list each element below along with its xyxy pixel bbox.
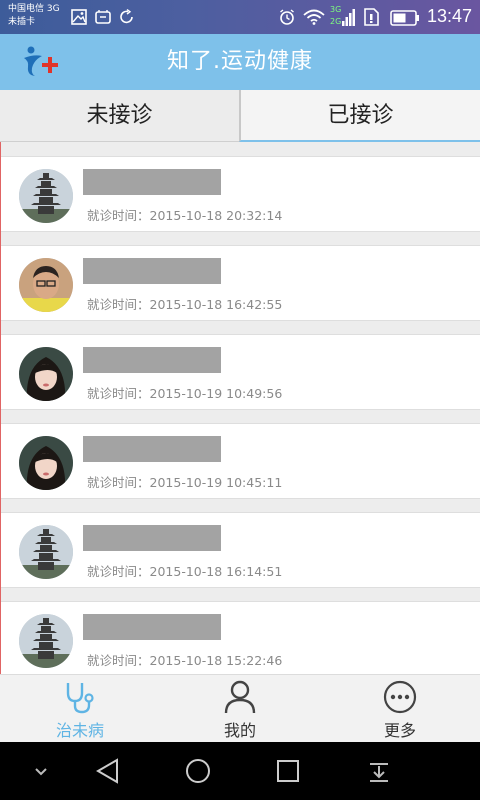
visit-time: 就诊时间：2015-10-18 15:22:46 (87, 650, 282, 669)
patient-row[interactable]: 就诊时间：2015-10-19 10:45:11 (1, 423, 480, 499)
nav-item-more[interactable]: 更多 (320, 675, 480, 743)
collapse-icon[interactable] (26, 756, 56, 786)
woman-avatar-image (19, 436, 73, 490)
pagoda-avatar-image (19, 525, 73, 579)
signal-icon: 3G 2G (330, 5, 356, 29)
patient-name-redacted (83, 347, 221, 373)
avatar (19, 347, 73, 401)
visit-time-label: 就诊时间： (87, 297, 150, 312)
pagoda-avatar-image (19, 169, 73, 223)
home-icon[interactable] (183, 756, 213, 786)
person-icon (224, 680, 256, 714)
carrier-info: 中国电信 3G 未插卡 (8, 3, 60, 29)
network-2g-label: 2G (330, 17, 342, 26)
nav-label: 治未病 (55, 721, 104, 740)
patient-name-redacted (83, 525, 221, 551)
nav-item-prevention[interactable]: 治未病 (0, 675, 160, 743)
avatar (19, 436, 73, 490)
network-3g-label: 3G (330, 5, 342, 14)
patient-name-redacted (83, 169, 221, 195)
battery-icon (390, 10, 419, 26)
visit-time: 就诊时间：2015-10-18 16:14:51 (87, 561, 282, 580)
wifi-icon (303, 9, 325, 25)
status-bar: 中国电信 3G 未插卡 3G 2G 13:47 (0, 0, 480, 34)
avatar (19, 258, 73, 312)
nav-item-mine[interactable]: 我的 (160, 675, 320, 743)
tab-received[interactable]: 已接诊 (239, 90, 480, 142)
notification-pull-icon[interactable] (364, 756, 394, 786)
patient-name-redacted (83, 614, 221, 640)
app-title: 知了.运动健康 (167, 49, 313, 74)
nav-label: 更多 (383, 721, 416, 740)
nav-label: 我的 (223, 721, 256, 740)
visit-time-label: 就诊时间： (87, 386, 150, 401)
visit-time-label: 就诊时间： (87, 208, 150, 223)
patient-name-redacted (83, 258, 221, 284)
patient-list: 就诊时间：2015-10-18 20:32:14 就诊时间：2015-10-18… (0, 142, 480, 674)
avatar (19, 525, 73, 579)
woman-avatar-image (19, 347, 73, 401)
visit-time-value: 2015-10-18 16:14:51 (149, 564, 283, 579)
patient-row[interactable]: 就诊时间：2015-10-18 16:14:51 (1, 512, 480, 588)
visit-time-label: 就诊时间： (87, 564, 150, 579)
avatar (19, 614, 73, 668)
app-header: 知了.运动健康 (0, 34, 480, 90)
sim-icon (95, 10, 111, 24)
visit-time-value: 2015-10-18 15:22:46 (149, 653, 283, 668)
tab-bar: 未接诊 已接诊 (0, 90, 480, 142)
visit-time-value: 2015-10-18 16:42:55 (149, 297, 283, 312)
visit-time-value: 2015-10-18 20:32:14 (149, 208, 283, 223)
carrier-name: 中国电信 3G (8, 4, 60, 14)
refresh-icon (120, 8, 133, 24)
clock: 13:47 (426, 6, 472, 26)
more-icon (383, 680, 417, 714)
patient-name-redacted (83, 436, 221, 462)
visit-time-value: 2015-10-19 10:49:56 (149, 386, 283, 401)
patient-row[interactable]: 就诊时间：2015-10-18 16:42:55 (1, 245, 480, 321)
visit-time: 就诊时间：2015-10-18 20:32:14 (87, 205, 282, 224)
visit-time: 就诊时间：2015-10-19 10:49:56 (87, 383, 282, 402)
pagoda-avatar-image (19, 614, 73, 668)
patient-row[interactable]: 就诊时间：2015-10-19 10:49:56 (1, 334, 480, 410)
system-nav-bar (0, 742, 480, 800)
stethoscope-icon (66, 683, 94, 714)
sim-status: 未插卡 (8, 17, 36, 27)
visit-time: 就诊时间：2015-10-18 16:42:55 (87, 294, 282, 313)
image-icon (71, 9, 87, 25)
avatar (19, 169, 73, 223)
alarm-icon (280, 9, 294, 25)
man-avatar-image (19, 258, 73, 312)
patient-row[interactable]: 就诊时间：2015-10-18 20:32:14 (1, 156, 480, 232)
sim-alert-icon (364, 8, 379, 26)
tab-pending[interactable]: 未接诊 (0, 90, 239, 142)
visit-time: 就诊时间：2015-10-19 10:45:11 (87, 472, 282, 491)
bottom-nav: 治未病 我的 更多 (0, 674, 480, 742)
visit-time-label: 就诊时间： (87, 653, 150, 668)
visit-time-value: 2015-10-19 10:45:11 (149, 475, 283, 490)
recents-icon[interactable] (273, 756, 303, 786)
patient-row[interactable]: 就诊时间：2015-10-18 15:22:46 (1, 601, 480, 674)
back-icon[interactable] (93, 756, 123, 786)
visit-time-label: 就诊时间： (87, 475, 150, 490)
